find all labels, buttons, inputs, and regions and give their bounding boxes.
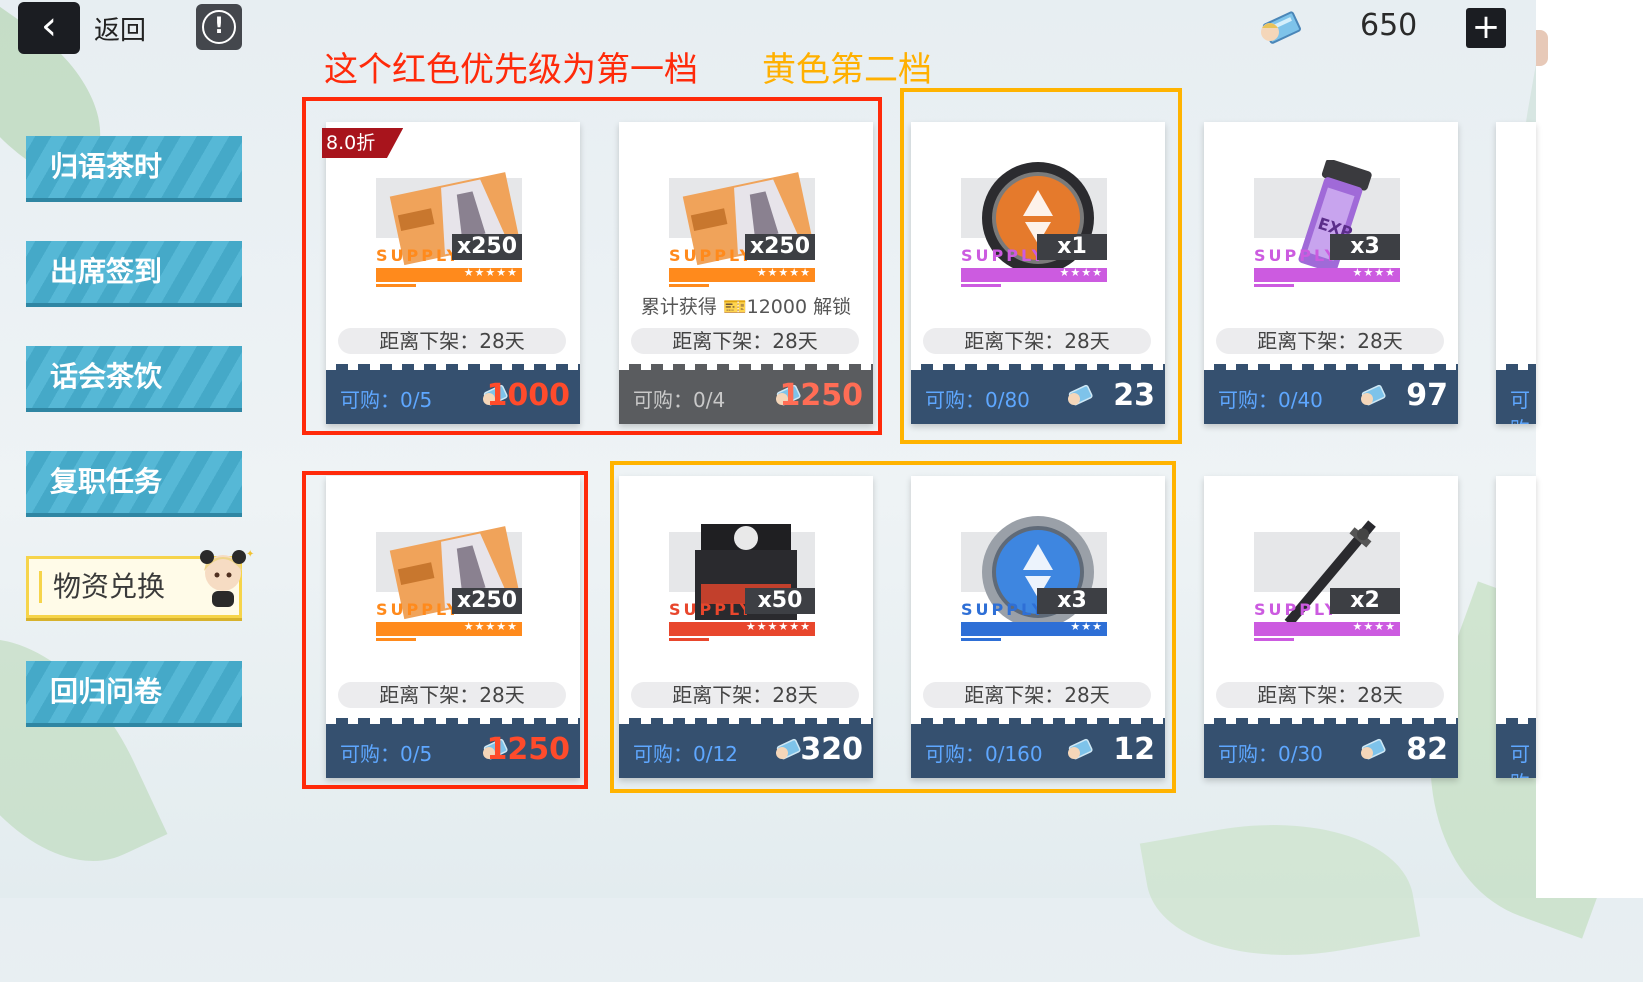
time-remaining: 距离下架：28天 (1216, 328, 1444, 354)
buy-limit: 可购 (1510, 388, 1530, 424)
footer-notch (1204, 364, 1458, 374)
sidebar-item-tea-party[interactable]: 话会茶饮 (26, 346, 242, 408)
rarity-stars: ★★★★ (1352, 620, 1396, 633)
sidebar-item-label: 复职任务 (50, 465, 163, 498)
sidebar-item-label: 话会茶饮 (50, 360, 163, 393)
sidebar-item-label: 归语茶时 (50, 150, 163, 183)
background-leaf (1139, 798, 1421, 982)
item-quantity: x2 (1330, 588, 1400, 614)
back-button[interactable]: ‹ (18, 2, 80, 54)
chibi-character-icon: ✦ (200, 549, 254, 607)
currency-ticket-icon (1261, 11, 1301, 44)
card-footer: 可购 (1496, 364, 1536, 424)
active-indicator (39, 571, 42, 603)
back-arrow-icon: ‹ (41, 3, 57, 49)
sidebar-item-return-tasks[interactable]: 复职任务 (26, 451, 242, 513)
buy-limit: 可购：0/40 (1218, 388, 1323, 412)
sidebar-item-survey[interactable]: 回归问卷 (26, 661, 242, 723)
rarity-underline (1254, 638, 1294, 641)
price: 82 (1406, 732, 1448, 767)
back-label[interactable]: 返回 (94, 10, 146, 47)
shop-card-partial[interactable]: 可购 (1496, 476, 1536, 778)
sidebar-item-label: 物资兑换 (53, 570, 166, 603)
currency-ticket-icon (1361, 738, 1386, 760)
rarity-bar: ★★★★ (1254, 620, 1400, 641)
footer-notch (1496, 364, 1536, 374)
add-currency-button[interactable]: + (1466, 8, 1506, 48)
item-quantity: x3 (1330, 234, 1400, 260)
priority-highlight-yellow (900, 88, 1182, 444)
priority-highlight-red (302, 471, 588, 789)
footer-notch (1496, 718, 1536, 728)
rarity-stars: ★★★★ (1352, 266, 1396, 279)
footer-notch (1204, 718, 1458, 728)
price: 97 (1406, 378, 1448, 413)
sidebar-item-sign-in[interactable]: 出席签到 (26, 241, 242, 303)
shop-card[interactable]: SUPPLY x2 ★★★★ 距离下架：28天 可购：0/30 82 (1204, 476, 1458, 778)
priority-highlight-yellow (610, 461, 1176, 793)
card-footer[interactable]: 可购：0/30 82 (1204, 718, 1458, 778)
card-footer: 可购 (1496, 718, 1536, 778)
rarity-underline (1254, 284, 1294, 287)
right-edge-panel (1536, 0, 1643, 898)
currency-value: 650 (1360, 8, 1418, 43)
buy-limit: 可购 (1510, 742, 1530, 778)
shop-card[interactable]: EXP SUPPLY x3 ★★★★ 距离下架：28天 可购：0/40 97 (1204, 122, 1458, 424)
svg-text:✦: ✦ (246, 549, 254, 560)
info-icon: ! (202, 10, 236, 44)
info-button[interactable]: ! (196, 4, 242, 50)
time-remaining: 距离下架：28天 (1216, 682, 1444, 708)
avatar (1536, 30, 1548, 66)
priority-note-yellow: 黄色第二档 (762, 50, 932, 90)
card-footer[interactable]: 可购：0/40 97 (1204, 364, 1458, 424)
priority-note-red: 这个红色优先级为第一档 (324, 50, 698, 90)
supply-label: SUPPLY (1254, 600, 1340, 619)
rarity-bar: ★★★★ (1254, 266, 1400, 287)
sidebar-item-tea-time[interactable]: 归语茶时 (26, 136, 242, 198)
currency-ticket-icon (1361, 384, 1386, 406)
sidebar-item-label: 回归问卷 (50, 675, 163, 708)
shop-card-partial[interactable]: 可购 (1496, 122, 1536, 424)
priority-highlight-red (302, 97, 882, 435)
supply-label: SUPPLY (1254, 246, 1340, 265)
sidebar-item-label: 出席签到 (50, 255, 163, 288)
buy-limit: 可购：0/30 (1218, 742, 1323, 766)
background-leaf (0, 598, 168, 902)
